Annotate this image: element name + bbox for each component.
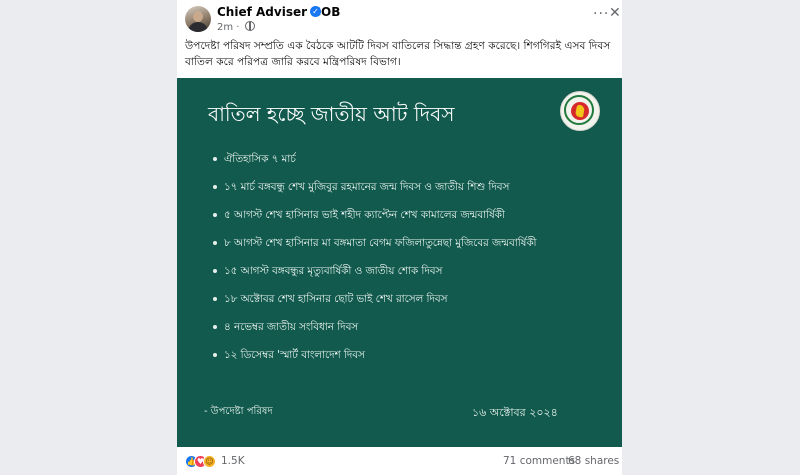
avatar[interactable] <box>185 6 211 32</box>
image-date: ১৬ অক্টোবর ২০২৪ <box>472 406 558 419</box>
bullet-icon <box>213 353 217 357</box>
avatar-face <box>193 11 203 22</box>
list-item-label: ৮ আগস্ট শেখ হাসিনার মা বঙ্গমাতা বেগম ফজি… <box>224 237 537 249</box>
avatar-shoulders <box>188 22 208 32</box>
list-item-label: ১৫ আগস্ট বঙ্গবন্ধুর মৃত্যুবার্ষিকী ও জাত… <box>224 265 443 277</box>
post-footer: 👍 ♥ ☺ 1.5K 71 comments 68 shares <box>177 447 622 475</box>
post-time[interactable]: 2m <box>217 22 233 33</box>
more-options-icon[interactable]: ··· <box>593 6 609 22</box>
post-header: Chief Adviser GOB ✓ 2m · ··· ✕ <box>177 0 622 38</box>
care-icon: ☺ <box>203 455 216 468</box>
comments-count-link[interactable]: 71 comments <box>503 455 575 467</box>
close-icon[interactable]: ✕ <box>609 5 621 21</box>
verified-badge-icon: ✓ <box>310 6 321 17</box>
globe-icon <box>244 21 255 31</box>
post-text: উপদেষ্টা পরিষদ সম্প্রতি এক বৈঠকে আটটি দি… <box>185 40 611 68</box>
reaction-count[interactable]: 1.5K <box>221 455 245 467</box>
list-item-label: ১৭ মার্চ বঙ্গবন্ধু শেখ মুজিবুর রহমানের জ… <box>224 181 510 193</box>
government-seal-icon <box>560 91 600 131</box>
post-meta: 2m · <box>217 21 255 33</box>
image-title: বাতিল হচ্ছে জাতীয় আট দিবস <box>208 102 455 126</box>
bullet-icon <box>213 269 217 273</box>
list-item-label: ১২ ডিসেম্বর 'স্মার্ট বাংলাদেশ দিবস <box>224 349 365 361</box>
signature: - উপদেষ্টা পরিষদ <box>204 406 273 417</box>
post-image[interactable]: বাতিল হচ্ছে জাতীয় আট দিবস ঐতিহাসিক ৭ মা… <box>177 78 622 447</box>
list-item-label: ৫ আগস্ট শেখ হাসিনার ভাই শহীদ ক্যাপ্টেন শ… <box>224 209 505 221</box>
list-item-label: ৪ নভেম্বর জাতীয় সংবিধান দিবস <box>224 321 359 333</box>
page-name-link[interactable]: Chief Adviser GOB <box>217 5 340 19</box>
bullet-icon <box>213 157 217 161</box>
bullet-icon <box>213 213 217 217</box>
bullet-icon <box>213 241 217 245</box>
list-item-label: ঐতিহাসিক ৭ মার্চ <box>224 153 296 165</box>
bullet-icon <box>213 297 217 301</box>
bullet-icon <box>213 325 217 329</box>
shares-count-link[interactable]: 68 shares <box>568 455 619 467</box>
list-item-label: ১৮ অক্টোবর শেখ হাসিনার ছোট ভাই শেখ রাসেল… <box>224 293 448 305</box>
bullet-icon <box>213 185 217 189</box>
post-card: Chief Adviser GOB ✓ 2m · ··· ✕ উপদেষ্টা … <box>177 0 622 475</box>
separator: · <box>236 22 240 33</box>
